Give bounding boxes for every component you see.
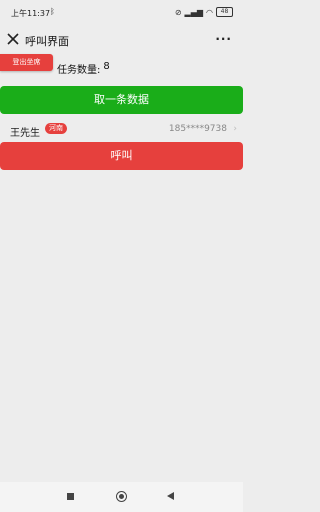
system-nav-bar <box>0 482 243 512</box>
task-count-value: 8 <box>103 61 110 72</box>
battery-icon: 48 <box>216 7 233 17</box>
signal-icon: ▂▄▆ <box>184 7 204 17</box>
contact-row[interactable]: 王先生 河南 185****9738 › <box>0 119 243 139</box>
region-badge: 河南 <box>45 123 67 134</box>
close-icon[interactable] <box>6 32 20 46</box>
bluetooth-icon: ᛒ <box>50 7 55 16</box>
fetch-data-button[interactable]: 取一条数据 <box>0 86 243 114</box>
home-icon[interactable] <box>116 491 127 502</box>
page-title: 呼叫界面 <box>25 35 69 48</box>
task-count-label: 任务数量: <box>57 65 101 76</box>
recent-apps-icon[interactable] <box>67 493 74 500</box>
phone-number: 185****9738 <box>168 124 227 134</box>
status-time: 上午11:37 <box>11 9 51 18</box>
wifi-icon: ◠ <box>206 7 213 17</box>
status-icons: ⊘ ▂▄▆ ◠ 48 <box>175 7 233 17</box>
logout-button[interactable]: 登出坐席 <box>0 54 53 71</box>
more-icon[interactable]: ··· <box>215 32 232 46</box>
contact-name: 王先生 <box>10 128 40 139</box>
nav-bar: 呼叫界面 ··· <box>0 26 243 54</box>
back-icon[interactable] <box>167 492 174 500</box>
call-button[interactable]: 呼叫 <box>0 142 243 170</box>
chevron-right-icon: › <box>233 124 237 134</box>
status-bar: 上午11:37 ᛒ ⊘ ▂▄▆ ◠ 48 <box>0 0 243 26</box>
mute-icon: ⊘ <box>174 7 182 17</box>
task-count: 任务数量: 8 <box>57 61 110 76</box>
